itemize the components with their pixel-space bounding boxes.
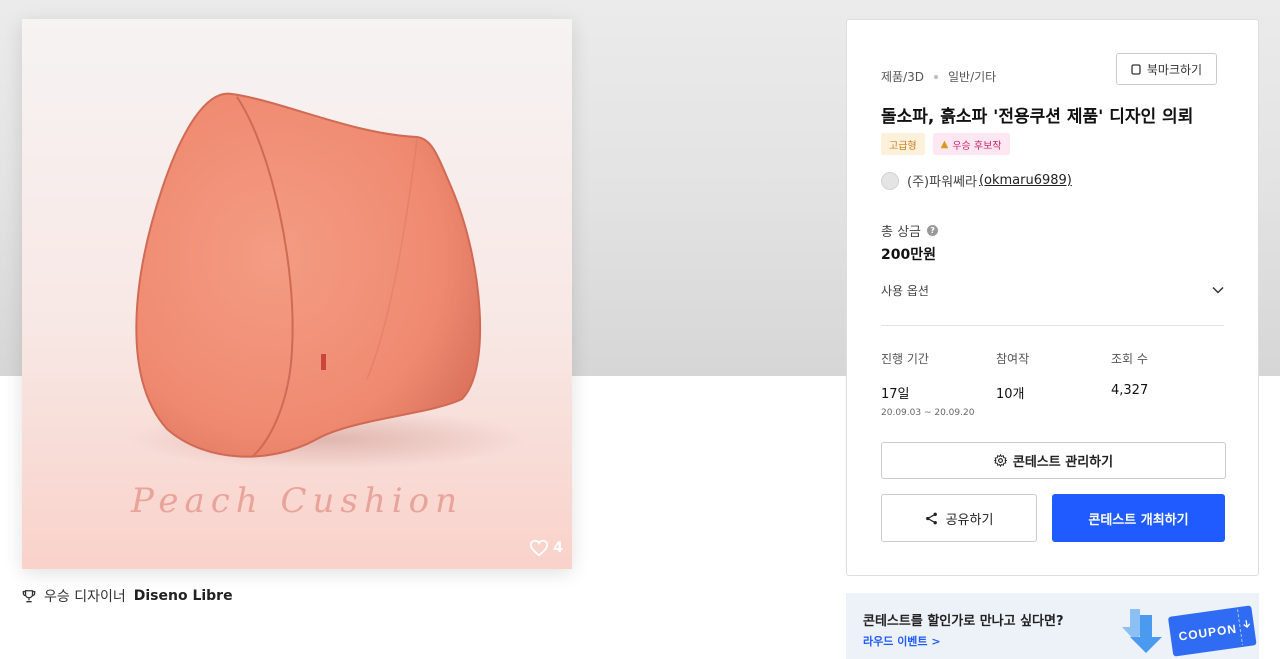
breadcrumb: 제품/3D 일반/기타 xyxy=(881,68,996,85)
contest-info-card: 제품/3D 일반/기타 북마크하기 돌소파, 흙소파 '전용쿠션 제품' 디자인… xyxy=(846,19,1259,576)
stat-duration-value: 17일 xyxy=(881,387,910,402)
host-contest-button[interactable]: 콘테스트 개최하기 xyxy=(1052,494,1225,542)
breadcrumb-subcategory[interactable]: 일반/기타 xyxy=(948,68,996,85)
trophy-badge-icon: ▲ xyxy=(940,138,949,150)
trophy-icon xyxy=(22,590,36,603)
product-image[interactable]: Peach Cushion 4 xyxy=(22,19,572,569)
share-icon xyxy=(925,512,937,524)
breadcrumb-separator xyxy=(934,74,938,79)
contest-title: 돌소파, 흙소파 '전용쿠션 제품' 디자인 의뢰 xyxy=(881,107,1194,127)
premium-badge-label: 고급형 xyxy=(889,140,917,152)
badge-group: 고급형 ▲ 우승 후보작 xyxy=(881,133,1010,155)
product-image-caption: Peach Cushion xyxy=(131,481,463,521)
winner-designer: 우승 디자이너 Diseno Libre xyxy=(22,586,233,606)
stat-duration-dates: 20.09.03 ~ 20.09.20 xyxy=(881,408,975,418)
help-icon[interactable]: ? xyxy=(927,225,939,236)
stat-duration: 진행 기간 17일 20.09.03 ~ 20.09.20 xyxy=(881,350,996,418)
gear-icon xyxy=(993,454,1007,467)
promo-link[interactable]: 라우드 이벤트 > xyxy=(863,633,941,649)
prize-value: 200만원 xyxy=(881,247,936,263)
stat-duration-label: 진행 기간 xyxy=(881,352,929,366)
stat-entries-label: 참여작 xyxy=(996,352,1030,366)
winner-label: 우승 디자이너 xyxy=(44,589,126,605)
contest-stats: 진행 기간 17일 20.09.03 ~ 20.09.20 참여작 10개 조회… xyxy=(881,350,1226,418)
like-count: 4 xyxy=(553,540,563,556)
coupon-illustration: COUPON xyxy=(1122,605,1257,657)
heart-icon xyxy=(530,539,549,557)
divider xyxy=(881,325,1224,326)
prize-label: 총 상금 ? xyxy=(881,221,939,240)
host-avatar[interactable] xyxy=(881,171,899,190)
manage-contest-button[interactable]: 콘테스트 관리하기 xyxy=(881,442,1226,479)
stat-views-value: 4,327 xyxy=(1111,383,1149,398)
stat-entries: 참여작 10개 xyxy=(996,350,1111,418)
breadcrumb-category[interactable]: 제품/3D xyxy=(881,68,924,85)
host-id-link[interactable]: (okmaru6989) xyxy=(979,173,1072,188)
promo-title: 콘테스트를 할인가로 만나고 싶다면? xyxy=(863,614,1064,629)
host-contest-label: 콘테스트 개최하기 xyxy=(1088,512,1189,528)
manage-contest-label: 콘테스트 관리하기 xyxy=(1012,455,1114,470)
premium-badge: 고급형 xyxy=(881,133,925,155)
host-name: (주)파워쎄라 xyxy=(907,175,977,190)
winner-designer-name[interactable]: Diseno Libre xyxy=(134,588,233,604)
winner-candidate-label: 우승 후보작 xyxy=(952,140,1002,152)
bookmark-icon xyxy=(1131,63,1141,75)
options-dropdown[interactable]: 사용 옵션 xyxy=(881,278,1224,302)
bookmark-label: 북마크하기 xyxy=(1146,62,1203,77)
prize-label-text: 총 상금 xyxy=(881,225,922,240)
host-info: (주)파워쎄라 (okmaru6989) xyxy=(881,171,1072,190)
share-button[interactable]: 공유하기 xyxy=(881,494,1037,542)
stat-views-label: 조회 수 xyxy=(1111,352,1148,366)
stat-views: 조회 수 4,327 xyxy=(1111,350,1226,418)
winner-candidate-badge: ▲ 우승 후보작 xyxy=(932,133,1010,155)
options-label: 사용 옵션 xyxy=(881,283,929,298)
like-button[interactable]: 4 xyxy=(529,539,563,557)
chevron-down-icon xyxy=(1212,286,1224,294)
stat-entries-value: 10개 xyxy=(996,387,1025,402)
bookmark-button[interactable]: 북마크하기 xyxy=(1116,53,1217,85)
share-label: 공유하기 xyxy=(945,512,994,528)
promo-banner[interactable]: 콘테스트를 할인가로 만나고 싶다면? 라우드 이벤트 > COUPON xyxy=(846,593,1259,659)
